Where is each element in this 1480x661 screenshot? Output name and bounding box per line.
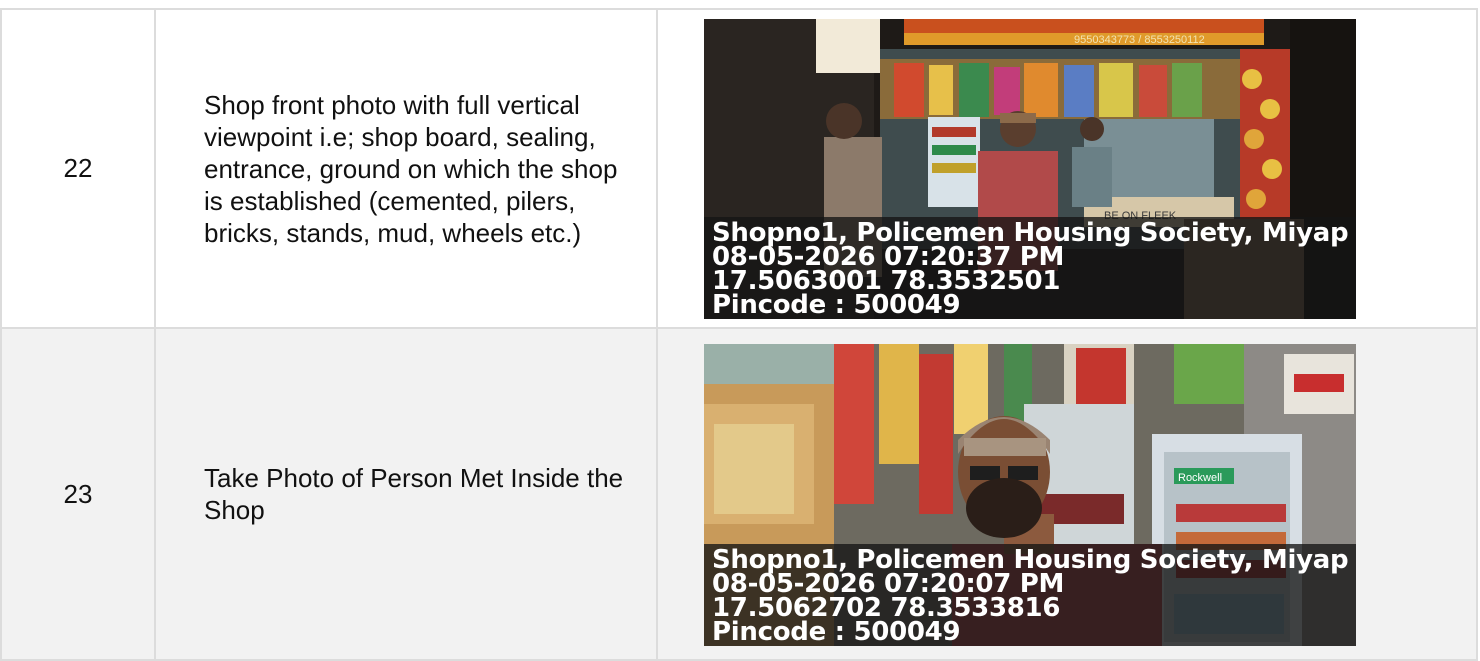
row-description: Take Photo of Person Met Inside the Shop <box>154 327 658 661</box>
svg-text:9550343773 / 8553250112: 9550343773 / 8553250112 <box>1074 34 1205 46</box>
stamp-pincode: Pincode : 500049 <box>712 617 961 646</box>
person-met-photo[interactable]: Rockwell Shopno1, Policemen Housing Soci… <box>704 344 1356 646</box>
photo-cell: Rockwell Shopno1, Policemen Housing Soci… <box>656 327 1478 661</box>
stamp-coordinates: 17.5063001 78.3532501 <box>712 265 1061 296</box>
stamp-pincode: Pincode : 500049 <box>712 289 961 319</box>
stamp-datetime: 08-05-2026 07:20:37 PM <box>712 241 1065 272</box>
table-row: 23 Take Photo of Person Met Inside the S… <box>0 327 1478 661</box>
report-table: 22 Shop front photo with full vertical v… <box>0 8 1478 661</box>
row-number: 22 <box>0 8 156 329</box>
photo-stamp: Shopno1, Policemen Housing Society, Miya… <box>712 547 1349 646</box>
row-description: Shop front photo with full vertical view… <box>154 8 658 329</box>
row-number: 23 <box>0 327 156 661</box>
table-row: 22 Shop front photo with full vertical v… <box>0 8 1478 329</box>
shop-front-photo[interactable]: 9550343773 / 8553250112 BE ON FLEEK Shop… <box>704 18 1356 319</box>
svg-text:Rockwell: Rockwell <box>1178 472 1222 484</box>
photo-stamp: Shopno1, Policemen Housing Society, Miya… <box>712 217 1349 319</box>
photo-cell: 9550343773 / 8553250112 BE ON FLEEK Shop… <box>656 8 1478 329</box>
stamp-address: Shopno1, Policemen Housing Society, Miya… <box>712 217 1349 248</box>
